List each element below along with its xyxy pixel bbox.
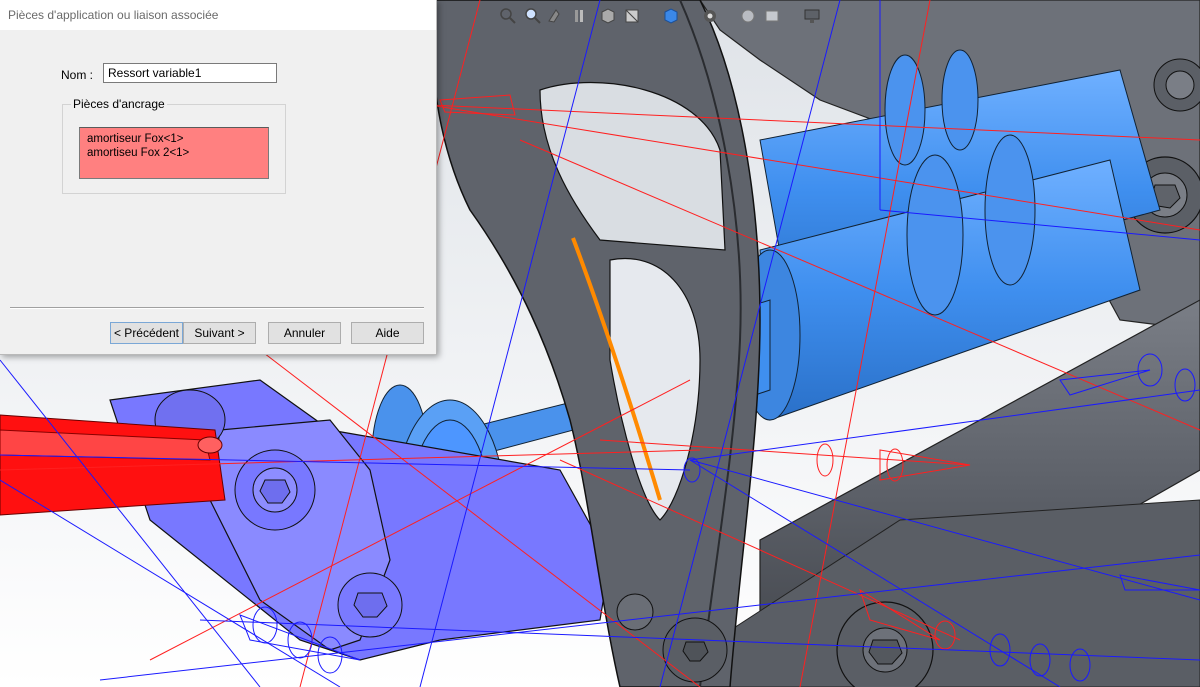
dialog-title: Pièces d'application ou liaison associée — [0, 0, 436, 30]
monitor-icon[interactable] — [802, 6, 822, 26]
heads-up-view-toolbar — [498, 6, 828, 32]
previous-view-icon[interactable] — [546, 6, 566, 26]
display-style-icon[interactable] — [622, 6, 642, 26]
anchor-parts-label: Pièces d'ancrage — [71, 97, 167, 111]
name-input[interactable] — [103, 63, 277, 83]
next-button[interactable]: Suivant > — [183, 322, 256, 344]
associated-parts-dialog: Pièces d'application ou liaison associée… — [0, 0, 437, 355]
hide-show-icon[interactable] — [660, 6, 680, 26]
help-button[interactable]: Aide — [351, 322, 424, 344]
anchor-parts-list[interactable]: amortiseur Fox<1> amortiseu Fox 2<1> — [79, 127, 269, 179]
section-view-icon[interactable] — [570, 6, 590, 26]
zoom-to-fit-icon[interactable] — [498, 6, 518, 26]
cancel-button[interactable]: Annuler — [268, 322, 341, 344]
view-orientation-icon[interactable] — [598, 6, 618, 26]
divider — [10, 307, 424, 309]
previous-button[interactable]: < Précédent — [110, 322, 183, 344]
name-label: Nom : — [61, 68, 94, 82]
list-item[interactable]: amortiseur Fox<1> — [80, 132, 268, 146]
view-settings-icon[interactable] — [762, 6, 782, 26]
apply-scene-icon[interactable] — [738, 6, 758, 26]
zoom-area-icon[interactable] — [522, 6, 542, 26]
edit-appearance-icon[interactable] — [700, 6, 720, 26]
anchor-parts-group: Pièces d'ancrage amortiseur Fox<1> amort… — [62, 97, 286, 194]
list-item[interactable]: amortiseu Fox 2<1> — [80, 146, 268, 160]
